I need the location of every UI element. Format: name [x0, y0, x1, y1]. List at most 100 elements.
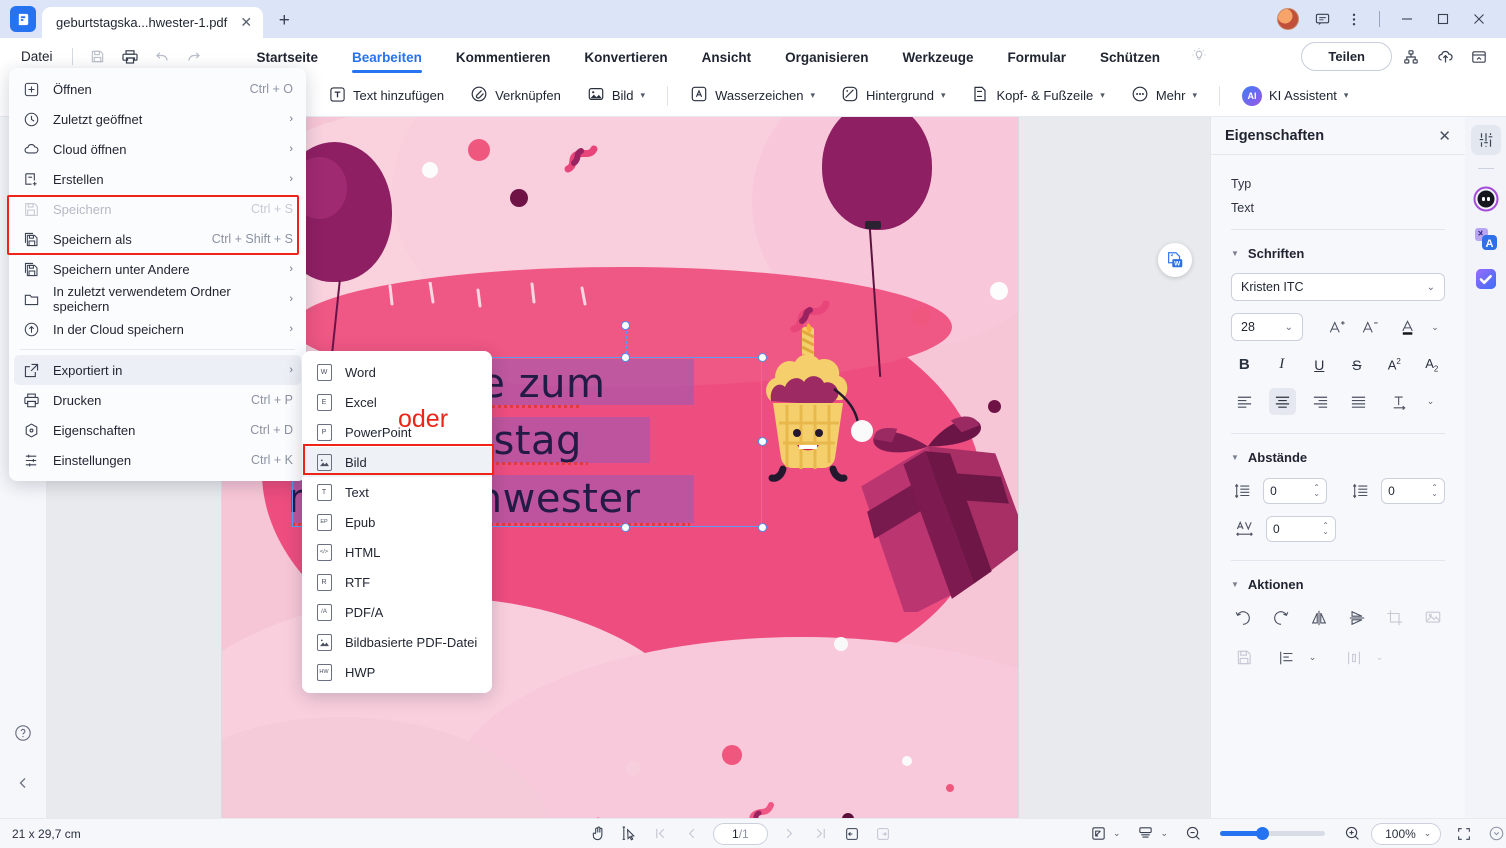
tab-ansicht[interactable]: Ansicht: [685, 41, 769, 73]
text-direction-dropdown-icon[interactable]: ⌄: [1424, 388, 1437, 415]
comment-icon[interactable]: [1307, 6, 1337, 32]
tab-schuetzen[interactable]: Schützen: [1083, 41, 1177, 73]
selection-handle-top[interactable]: [621, 353, 630, 362]
ai-robot-icon[interactable]: [1471, 184, 1501, 214]
submenu-item-excel[interactable]: E Excel: [302, 387, 492, 417]
tab-formular[interactable]: Formular: [990, 41, 1083, 73]
lightbulb-icon[interactable]: [1191, 47, 1207, 66]
text-direction-button[interactable]: [1386, 388, 1413, 415]
flip-vertical-icon[interactable]: [1346, 604, 1369, 631]
tab-organisieren[interactable]: Organisieren: [768, 41, 885, 73]
underline-button[interactable]: U: [1306, 351, 1333, 378]
menu-item-eigenschaften[interactable]: Eigenschaften Ctrl + D: [9, 415, 306, 445]
share-button[interactable]: Teilen: [1301, 42, 1392, 71]
more-button[interactable]: Mehr ▾: [1121, 80, 1207, 111]
selection-handle-bottom[interactable]: [621, 523, 630, 532]
submenu-item-text[interactable]: T Text: [302, 477, 492, 507]
menu-item-drucken[interactable]: Drucken Ctrl + P: [9, 385, 306, 415]
menu-item-cloud-oeffnen[interactable]: Cloud öffnen ›: [9, 134, 306, 164]
hand-tool-icon[interactable]: [585, 822, 611, 846]
properties-sliders-icon[interactable]: [1470, 125, 1501, 155]
add-text-button[interactable]: Text hinzufügen: [319, 81, 454, 111]
align-objects-icon[interactable]: [1273, 644, 1300, 671]
stepper-icon[interactable]: ⌃ ⌄: [1431, 483, 1438, 497]
menu-item-oeffnen[interactable]: Öffnen Ctrl + O: [9, 74, 306, 104]
submenu-item-rtf[interactable]: R RTF: [302, 567, 492, 597]
single-page-icon[interactable]: [839, 822, 865, 846]
menu-item-zuletzt-geoeffnet[interactable]: Zuletzt geöffnet ›: [9, 104, 306, 134]
undo-quick-icon[interactable]: [146, 44, 178, 70]
page-number-input[interactable]: 1/1: [713, 822, 768, 845]
translate-icon[interactable]: A: [1471, 224, 1501, 254]
align-left-button[interactable]: [1231, 388, 1258, 415]
rotate-handle[interactable]: [621, 321, 630, 330]
chevron-down-icon[interactable]: ⌄: [1161, 828, 1169, 839]
print-quick-icon[interactable]: [114, 44, 146, 70]
page-layout-icon[interactable]: [1133, 822, 1159, 846]
avatar[interactable]: [1277, 8, 1299, 30]
font-color-dropdown-icon[interactable]: ⌄: [1428, 314, 1442, 341]
stepper-icon[interactable]: ⌃ ⌄: [1322, 521, 1329, 535]
tab-bearbeiten[interactable]: Bearbeiten: [335, 41, 439, 73]
tab-werkzeuge[interactable]: Werkzeuge: [885, 41, 990, 73]
paragraph-spacing-input[interactable]: 0 ⌃ ⌄: [1381, 477, 1445, 504]
line-spacing-input[interactable]: 0 ⌃ ⌄: [1263, 477, 1327, 504]
zoom-in-icon[interactable]: [1339, 822, 1365, 846]
file-menu[interactable]: Öffnen Ctrl + O Zuletzt geöffnet › Cloud…: [9, 68, 306, 481]
submenu-item-html[interactable]: </> HTML: [302, 537, 492, 567]
strikethrough-button[interactable]: S: [1344, 351, 1371, 378]
selection-handle-right[interactable]: [758, 437, 767, 446]
bold-button[interactable]: B: [1231, 351, 1258, 378]
flip-horizontal-icon[interactable]: [1307, 604, 1330, 631]
rotate-right-icon[interactable]: [1269, 604, 1292, 631]
font-size-select[interactable]: 28 ⌄: [1231, 313, 1303, 341]
collapse-ribbon-icon[interactable]: [1464, 43, 1494, 71]
tab-konvertieren[interactable]: Konvertieren: [567, 41, 684, 73]
submenu-item-hwp[interactable]: HW HWP: [302, 657, 492, 687]
align-objects-dropdown-icon[interactable]: ⌄: [1306, 644, 1319, 671]
submenu-item-word[interactable]: W Word: [302, 357, 492, 387]
ai-assistant-button[interactable]: AI KI Assistent ▾: [1232, 81, 1358, 111]
cloud-upload-icon[interactable]: [1430, 43, 1460, 71]
menu-item-exportiert-in[interactable]: Exportiert in ›: [14, 355, 301, 385]
selection-handle-bottom-right[interactable]: [758, 523, 767, 532]
menu-item-einstellungen[interactable]: Einstellungen Ctrl + K: [9, 445, 306, 475]
export-to-word-icon[interactable]: W: [1158, 243, 1192, 277]
selection-handle-top-right[interactable]: [758, 353, 767, 362]
superscript-button[interactable]: A2: [1381, 351, 1408, 378]
datei-menu-button[interactable]: Datei: [11, 45, 63, 68]
character-spacing-input[interactable]: 0 ⌃ ⌄: [1266, 515, 1336, 542]
align-justify-button[interactable]: [1345, 388, 1372, 415]
fullscreen-icon[interactable]: [1451, 822, 1477, 846]
close-icon[interactable]: [1462, 6, 1496, 32]
close-icon[interactable]: ✕: [1438, 127, 1451, 145]
export-submenu[interactable]: W Word E Excel P PowerPoint Bild T Text …: [302, 351, 492, 693]
spacing-section-header[interactable]: ▼ Abstände: [1231, 450, 1445, 465]
align-center-button[interactable]: [1269, 388, 1296, 415]
link-button[interactable]: Verknüpfen: [460, 80, 571, 111]
zoom-slider-knob[interactable]: [1256, 827, 1270, 840]
actions-section-header[interactable]: ▼ Aktionen: [1231, 577, 1445, 592]
menu-item-erstellen[interactable]: Erstellen ›: [9, 164, 306, 194]
more-vertical-icon[interactable]: [1339, 6, 1369, 32]
image-button[interactable]: Bild ▾: [577, 80, 655, 111]
tab-kommentieren[interactable]: Kommentieren: [439, 41, 568, 73]
view-mode-icon[interactable]: [1085, 822, 1111, 846]
document-tab[interactable]: geburtstagska...hwester-1.pdf ✕: [42, 7, 264, 38]
submenu-item-powerpoint[interactable]: P PowerPoint: [302, 417, 492, 447]
stepper-icon[interactable]: ⌃ ⌄: [1313, 483, 1320, 497]
decrease-font-size-icon[interactable]: [1356, 314, 1383, 341]
zoom-level-select[interactable]: 100% ⌄: [1371, 822, 1442, 845]
header-footer-button[interactable]: Kopf- & Fußzeile ▾: [961, 80, 1114, 111]
minimize-icon[interactable]: [1390, 6, 1424, 32]
chevron-left-icon[interactable]: [10, 770, 36, 796]
tab-close-icon[interactable]: ✕: [237, 14, 255, 32]
help-circle-icon[interactable]: [10, 720, 36, 746]
menu-item-in-zuletzt-verwendetem-ordner-speichern[interactable]: In zuletzt verwendetem Ordner speichern …: [9, 284, 306, 314]
watermark-button[interactable]: Wasserzeichen ▾: [680, 80, 825, 111]
redo-quick-icon[interactable]: [178, 44, 210, 70]
zoom-slider[interactable]: [1220, 827, 1326, 840]
menu-item-speichern-unter-andere[interactable]: Speichern unter Andere ›: [9, 254, 306, 284]
increase-font-size-icon[interactable]: [1323, 314, 1350, 341]
new-tab-button[interactable]: +: [271, 8, 297, 34]
